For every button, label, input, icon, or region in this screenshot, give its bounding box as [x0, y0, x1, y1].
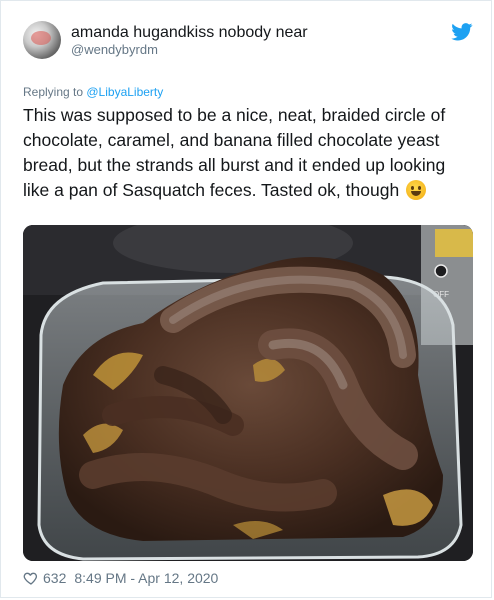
- twitter-bird-icon[interactable]: [451, 23, 473, 41]
- reply-context: Replying to @LibyaLiberty: [23, 85, 163, 99]
- reply-prefix: Replying to: [23, 85, 87, 99]
- tweet-header: amanda hugandkiss nobody near @wendybyrd…: [23, 21, 308, 59]
- reply-to-link[interactable]: @LibyaLiberty: [86, 85, 163, 99]
- user-handle[interactable]: @wendybyrdm: [71, 42, 308, 58]
- tweet-text: This was supposed to be a nice, neat, br…: [23, 103, 475, 203]
- tweet-card: amanda hugandkiss nobody near @wendybyrd…: [0, 0, 492, 598]
- tweet-photo[interactable]: OFF: [23, 225, 473, 561]
- display-name[interactable]: amanda hugandkiss nobody near: [71, 23, 308, 42]
- heart-icon[interactable]: [23, 570, 39, 586]
- tweet-meta: 632 8:49 PM - Apr 12, 2020: [23, 570, 218, 586]
- tweet-timestamp[interactable]: 8:49 PM - Apr 12, 2020: [74, 570, 218, 586]
- grinning-face-icon: [406, 180, 427, 200]
- avatar[interactable]: [23, 21, 61, 59]
- bread-photo-illustration: OFF: [23, 225, 473, 561]
- author-block: amanda hugandkiss nobody near @wendybyrd…: [71, 23, 308, 58]
- tweet-body: This was supposed to be a nice, neat, br…: [23, 105, 446, 200]
- like-count[interactable]: 632: [43, 570, 66, 586]
